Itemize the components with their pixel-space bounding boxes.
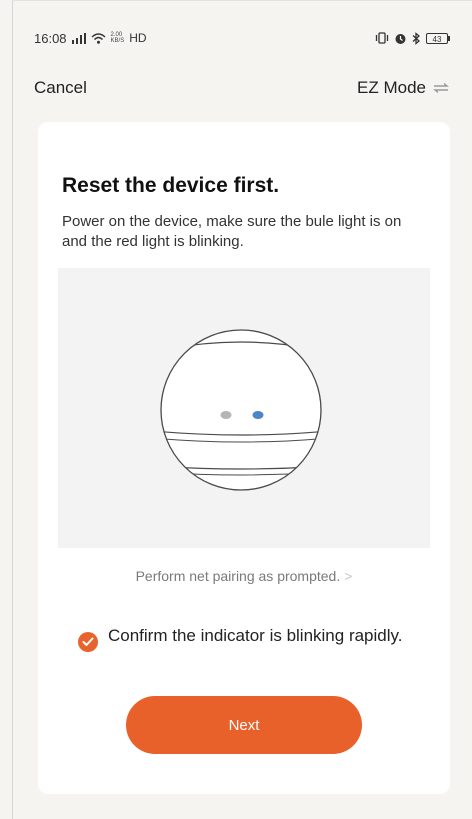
chevron-right-icon: >	[344, 568, 353, 584]
wifi-icon	[91, 32, 106, 44]
blue-indicator-light	[252, 411, 264, 419]
cancel-button[interactable]: Cancel	[34, 78, 87, 98]
card-title: Reset the device first.	[62, 174, 280, 197]
ez-mode-switch[interactable]: EZ Mode	[357, 78, 450, 98]
nav-bar: Cancel EZ Mode	[34, 74, 450, 102]
ez-mode-label: EZ Mode	[357, 78, 426, 97]
net-pairing-link[interactable]: Perform net pairing as prompted. >	[38, 568, 450, 584]
screen: 16:08 2.00 KB/S HD 43 Cancel EZ Mode Res…	[0, 0, 472, 819]
status-bar: 16:08 2.00 KB/S HD 43	[34, 26, 450, 50]
network-speed: 2.00 KB/S	[111, 32, 125, 44]
card-description: Power on the device, make sure the bule …	[62, 213, 402, 250]
signal-icon	[71, 32, 86, 44]
net-pairing-text: Perform net pairing as prompted.	[135, 568, 341, 584]
device-drawing	[160, 329, 322, 491]
switch-arrows-icon	[433, 82, 449, 94]
confirm-indicator-label: Confirm the indicator is blinking rapidl…	[108, 626, 403, 645]
bluetooth-icon	[412, 31, 420, 45]
status-time: 16:08	[34, 30, 67, 46]
check-icon[interactable]	[78, 632, 98, 652]
device-illustration	[58, 268, 430, 548]
frame-edge-top	[12, 0, 472, 1]
confirm-indicator-checkbox[interactable]: Confirm the indicator is blinking rapidl…	[78, 625, 418, 652]
vibrate-icon	[375, 32, 389, 44]
status-left: 16:08 2.00 KB/S HD	[34, 31, 147, 46]
network-speed-unit: KB/S	[110, 38, 125, 44]
device-body	[160, 329, 322, 491]
frame-edge-left	[12, 0, 13, 819]
next-button[interactable]: Next	[126, 696, 362, 754]
battery-icon: 43	[426, 32, 450, 44]
network-type: HD	[129, 31, 147, 45]
red-indicator-light	[220, 411, 232, 419]
alarm-icon	[395, 33, 406, 44]
instruction-card: Reset the device first. Power on the dev…	[38, 122, 450, 794]
status-right: 43	[375, 31, 450, 45]
